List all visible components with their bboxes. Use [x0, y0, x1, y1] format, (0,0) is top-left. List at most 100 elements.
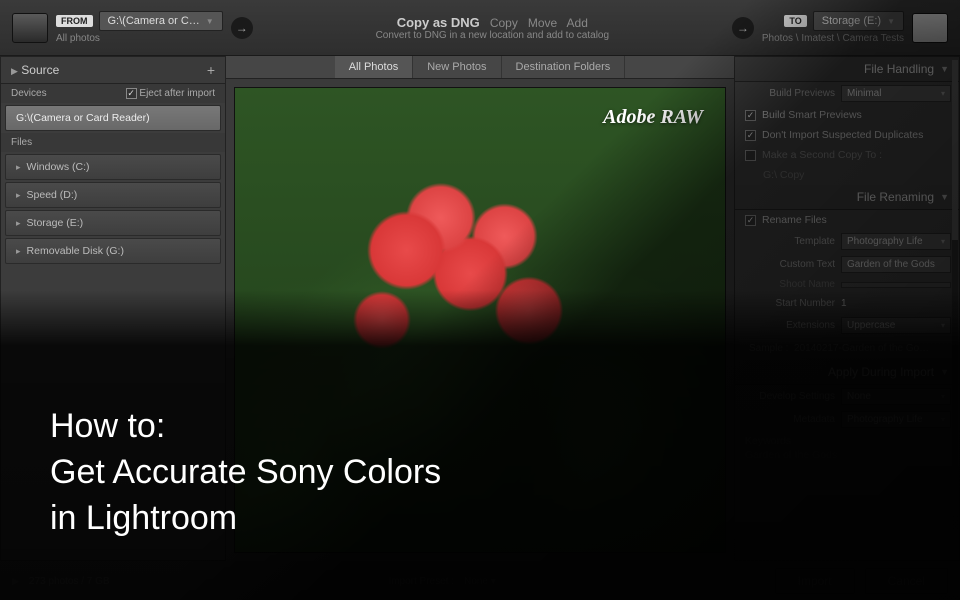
from-path-text: G:\(Camera or C…	[108, 15, 200, 27]
action-copy[interactable]: Copy	[490, 16, 518, 30]
sample-row: Sample : 20140217-Garden of the Go…	[739, 339, 955, 358]
tab-new-photos[interactable]: New Photos	[413, 56, 501, 78]
develop-select[interactable]: None ▾	[841, 388, 951, 405]
build-previews-value: Minimal	[847, 88, 881, 99]
caret-icon: ▾	[941, 89, 945, 98]
bottom-bar: ▶ 273 photos / 7 GB Import Preset : None…	[0, 562, 960, 600]
plus-icon[interactable]: +	[207, 62, 215, 78]
to-path-select[interactable]: Storage (E:) ▼	[813, 11, 904, 31]
second-copy-path: G:\ Copy	[763, 169, 804, 181]
preview-overlay-label: Adobe RAW	[603, 106, 703, 129]
custom-text-value: Garden of the Gods	[847, 259, 935, 270]
drive-item[interactable]: ▸ Windows (C:)	[5, 154, 221, 180]
caret-icon: ▼	[887, 17, 895, 26]
caret-icon: ▾	[941, 392, 945, 401]
cancel-button[interactable]: Cancel	[865, 568, 948, 594]
chevron-right-icon: ▸	[16, 246, 21, 257]
metadata-select[interactable]: Photography Life▾	[841, 411, 951, 428]
chevron-right-icon: ▸	[16, 218, 21, 229]
build-previews-select[interactable]: Minimal ▾	[841, 85, 951, 102]
to-path-text: Storage (E:)	[822, 15, 881, 27]
center-tabs: All Photos New Photos Destination Folder…	[226, 56, 734, 79]
action-copy-dng[interactable]: Copy as DNG	[397, 15, 480, 30]
file-handling-header[interactable]: File Handling ▼	[735, 57, 959, 82]
sample-label: Sample :	[749, 343, 788, 354]
source-drive-icon	[12, 13, 48, 43]
file-handling-title: File Handling	[864, 62, 934, 76]
keywords-label: Keywords	[745, 435, 791, 447]
dest-drive-icon	[912, 13, 948, 43]
right-panel: File Handling ▼ Build Previews Minimal ▾ B…	[734, 56, 960, 561]
top-sub: Convert to DNG in a new location and add…	[261, 30, 724, 41]
template-select[interactable]: Photography Life ▾	[841, 233, 951, 250]
devices-row: Devices Eject after import	[1, 84, 225, 103]
to-badge: TO	[784, 15, 806, 27]
caret-icon: ▾	[941, 321, 945, 330]
from-badge: FROM	[56, 15, 93, 27]
smart-previews-label: Build Smart Previews	[762, 109, 862, 121]
files-row: Files	[1, 133, 225, 152]
dupes-label: Don't Import Suspected Duplicates	[762, 129, 923, 141]
drive-item[interactable]: ▸Removable Disk (G:)	[5, 238, 221, 264]
triangle-down-icon: ▼	[940, 367, 949, 377]
scroll-thumb[interactable]	[952, 60, 958, 240]
preset-value[interactable]: None ▾	[464, 576, 496, 587]
triangle-icon: ▶	[11, 66, 18, 76]
template-label: Template	[743, 236, 835, 247]
template-value: Photography Life	[847, 236, 923, 247]
sample-value: 20140217-Garden of the Go…	[794, 343, 929, 354]
apply-header[interactable]: Apply During Import ▼	[735, 360, 959, 385]
eject-checkbox[interactable]	[126, 88, 137, 99]
device-item[interactable]: G:\(Camera or Card Reader)	[5, 105, 221, 131]
tab-dest-folders[interactable]: Destination Folders	[502, 56, 626, 78]
device-text: G:\(Camera or Card Reader)	[16, 112, 150, 124]
rename-checkbox[interactable]	[745, 215, 756, 226]
preset-value-text: None	[464, 576, 488, 587]
tutorial-title: How to:Get Accurate Sony Colorsin Lightr…	[50, 404, 441, 542]
arrow-right-icon-2[interactable]: →	[732, 17, 754, 39]
chevron-right-icon: ▸	[16, 162, 21, 173]
top-bar: FROM G:\(Camera or C… ▼ All photos → Copy…	[0, 0, 960, 56]
source-header[interactable]: ▶ Source +	[1, 57, 225, 84]
triangle-down-icon: ▼	[940, 192, 949, 202]
drive-item[interactable]: ▸ Speed (D:)	[5, 182, 221, 208]
custom-text-input[interactable]: Garden of the Gods	[841, 256, 951, 273]
preset-label: Import Preset :	[388, 576, 454, 587]
shoot-name-label: Shoot Name	[743, 279, 835, 290]
drive-text: Speed (D:)	[27, 189, 78, 201]
expand-icon[interactable]: ▶	[12, 576, 19, 587]
second-copy-label: Make a Second Copy To :	[762, 149, 882, 161]
develop-value: None	[847, 391, 871, 402]
smart-previews-checkbox[interactable]	[745, 110, 756, 121]
start-number-label: Start Number	[743, 298, 835, 309]
extensions-value: Uppercase	[847, 320, 895, 331]
file-renaming-header[interactable]: File Renaming ▼	[735, 185, 959, 210]
tab-all-photos[interactable]: All Photos	[335, 56, 414, 78]
devices-label: Devices	[11, 88, 47, 99]
caret-icon: ▼	[206, 17, 214, 26]
status-text: 273 photos / 7 GB	[29, 576, 110, 587]
keywords-value: Garden of the Gods	[745, 449, 837, 461]
dupes-checkbox[interactable]	[745, 130, 756, 141]
caret-icon: ▾	[941, 237, 945, 246]
drive-item[interactable]: ▸Storage (E:)	[5, 210, 221, 236]
develop-label: Develop Settings	[743, 391, 835, 402]
rename-label: Rename Files	[762, 214, 827, 226]
metadata-value: Photography Life	[847, 414, 923, 425]
build-previews-label: Build Previews	[743, 88, 835, 99]
from-path-select[interactable]: G:\(Camera or C… ▼	[99, 11, 223, 31]
arrow-right-icon[interactable]: →	[231, 17, 253, 39]
extensions-select[interactable]: Uppercase ▾	[841, 317, 951, 334]
drive-text: Windows (C:)	[27, 161, 90, 173]
shoot-name-input[interactable]	[841, 282, 951, 288]
second-copy-checkbox[interactable]	[745, 150, 756, 161]
scrollbar[interactable]	[952, 60, 958, 530]
action-add[interactable]: Add	[567, 16, 588, 30]
chevron-right-icon: ▸	[16, 190, 21, 201]
import-button[interactable]: Import	[775, 568, 855, 594]
top-center: Copy as DNG Copy Move Add Convert to DNG…	[261, 15, 724, 41]
action-move[interactable]: Move	[528, 16, 557, 30]
eject-label: Eject after import	[139, 88, 215, 99]
from-sub: All photos	[56, 33, 223, 44]
apply-title: Apply During Import	[828, 365, 934, 379]
